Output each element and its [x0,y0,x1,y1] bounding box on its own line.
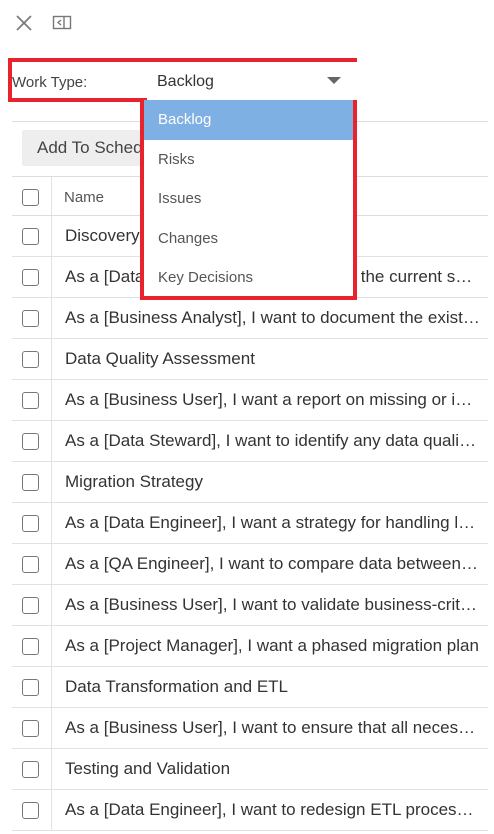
option-backlog[interactable]: Backlog [144,100,353,140]
row-name: As a [Data Engineer], I want to redesign… [65,800,480,819]
table-row[interactable]: As a [QA Engineer], I want to compare da… [12,544,488,585]
select-all-checkbox[interactable] [22,189,39,206]
row-checkbox[interactable] [22,638,39,655]
column-header-name[interactable]: Name [64,189,104,206]
table-row[interactable]: Data Quality Assessment [12,339,488,380]
table-row[interactable]: As a [Business User], I want to validate… [12,585,488,626]
row-checkbox[interactable] [22,474,39,491]
work-type-dropdown: Backlog Risks Issues Changes Key Decisio… [140,100,357,300]
row-checkbox[interactable] [22,761,39,778]
row-name: As a [Business Analyst], I want to docum… [65,308,480,327]
row-checkbox[interactable] [22,515,39,532]
table-row[interactable]: As a [Data Steward], I want to identify … [12,421,488,462]
option-changes[interactable]: Changes [144,219,353,259]
table-row[interactable]: Data Transformation and ETL [12,667,488,708]
row-checkbox[interactable] [22,597,39,614]
row-checkbox[interactable] [22,269,39,286]
table-row[interactable]: As a [Business User], I want to ensure t… [12,708,488,749]
row-name: As a [Project Manager], I want a phased … [65,636,479,655]
row-name: As a [QA Engineer], I want to compare da… [65,554,480,573]
work-type-select[interactable]: Backlog [143,63,355,101]
highlight-box-top [143,58,357,62]
top-toolbar [0,0,494,46]
row-name: Data Quality Assessment [65,349,255,368]
row-name: Testing and Validation [65,759,231,778]
option-risks[interactable]: Risks [144,140,353,180]
table-row[interactable]: As a [Business User], I want a report on… [12,380,488,421]
row-checkbox[interactable] [22,310,39,327]
work-type-selected-value: Backlog [157,73,214,90]
select-all-cell [12,177,52,215]
row-name: As a [Data Steward], I want to identify … [65,431,480,450]
table-row[interactable]: As a [Business Analyst], I want to docum… [12,298,488,339]
table-row[interactable]: As a [Project Manager], I want a phased … [12,626,488,667]
row-name: As a [Business User], I want a report on… [65,390,480,409]
row-checkbox[interactable] [22,679,39,696]
row-checkbox[interactable] [22,802,39,819]
row-checkbox[interactable] [22,720,39,737]
row-name: As a [Business User], I want to validate… [65,595,480,614]
row-name: Data Transformation and ETL [65,677,289,696]
row-checkbox[interactable] [22,556,39,573]
row-checkbox[interactable] [22,433,39,450]
table-row[interactable]: Migration Strategy [12,462,488,503]
table-row[interactable]: As a [Data Engineer], I want a strategy … [12,503,488,544]
row-checkbox[interactable] [22,228,39,245]
table-row[interactable]: As a [Data Engineer], I want to redesign… [12,790,488,831]
row-name: Migration Strategy [65,472,203,491]
collapse-panel-icon[interactable] [52,14,72,32]
highlight-box-label [8,58,147,102]
option-key-decisions[interactable]: Key Decisions [144,258,353,298]
row-name: As a [Data Engineer], I want a strategy … [65,513,480,532]
row-checkbox[interactable] [22,392,39,409]
table-row[interactable]: Testing and Validation [12,749,488,790]
close-icon[interactable] [14,13,34,33]
option-issues[interactable]: Issues [144,179,353,219]
row-name: As a [Business User], I want to ensure t… [65,718,480,737]
chevron-down-icon[interactable] [327,77,341,84]
row-checkbox[interactable] [22,351,39,368]
